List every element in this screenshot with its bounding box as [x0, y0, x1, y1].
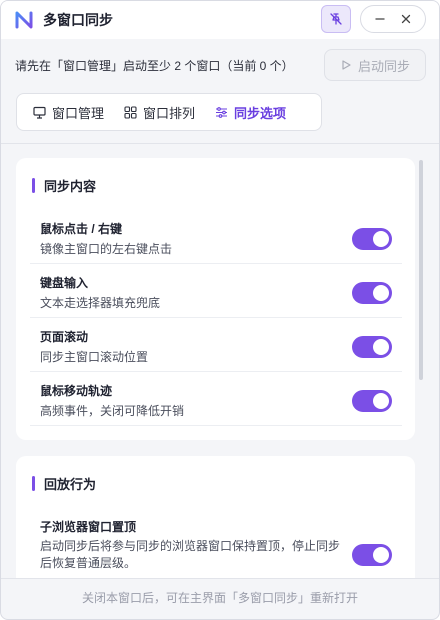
tab-window-arrangement[interactable]: 窗口排列: [114, 94, 205, 130]
topmost-toggle[interactable]: [352, 544, 392, 566]
tab-bar: 窗口管理 窗口排列 同步选项: [16, 93, 322, 131]
section-accent-bar: [32, 475, 35, 491]
footer-divider: [1, 578, 439, 579]
option-row-keyboard-input: 键盘输入 文本走选择器填充兜底: [30, 268, 402, 318]
option-title: 鼠标点击 / 右键: [40, 222, 123, 236]
option-desc: 高频事件，关闭可降低开销: [40, 404, 185, 418]
minimize-icon[interactable]: [369, 8, 391, 30]
mouse-move-toggle[interactable]: [352, 390, 392, 412]
option-title: 页面滚动: [40, 330, 89, 344]
option-desc: 镜像主窗口的左右键点击: [40, 242, 173, 256]
section-title-text: 回放行为: [44, 476, 97, 492]
start-sync-label: 启动同步: [357, 58, 410, 74]
title-bar: 多窗口同步: [1, 1, 439, 39]
toggle-knob: [373, 547, 389, 563]
section-title-text: 同步内容: [44, 178, 97, 194]
monitor-icon: [33, 106, 46, 119]
option-row-mouse-move: 鼠标移动轨迹 高频事件，关闭可降低开销: [30, 376, 402, 426]
window-controls: [360, 5, 426, 33]
scrollbar-thumb[interactable]: [419, 160, 423, 380]
section-card-sync-content: 同步内容 鼠标点击 / 右键 镜像主窗口的左右键点击 键盘输入 文本走选择器填充…: [16, 158, 415, 440]
tab-sync-options[interactable]: 同步选项: [205, 94, 296, 130]
keyboard-input-toggle[interactable]: [352, 282, 392, 304]
start-sync-button[interactable]: 启动同步: [324, 49, 426, 81]
app-title: 多窗口同步: [43, 12, 113, 28]
option-title: 子浏览器窗口置顶: [40, 520, 137, 534]
section-title: 回放行为: [32, 475, 97, 492]
option-desc: 文本走选择器填充兜底: [40, 296, 161, 310]
toggle-knob: [373, 393, 389, 409]
tab-label: 同步选项: [234, 105, 287, 121]
option-row-topmost: 子浏览器窗口置顶 启动同步后将参与同步的浏览器窗口保持置顶，停止同步后恢复普通层…: [30, 512, 402, 578]
sync-window: 多窗口同步 请先在「窗口管理」启动至少 2 个窗口（当前 0 个） 启动同步 窗…: [0, 0, 440, 620]
pin-off-icon: [329, 12, 343, 26]
toggle-knob: [373, 285, 389, 301]
close-icon[interactable]: [395, 8, 417, 30]
toggle-knob: [373, 231, 389, 247]
app-logo-icon: [13, 9, 35, 31]
pin-toggle-button[interactable]: [321, 5, 351, 33]
option-desc: 同步主窗口滚动位置: [40, 350, 149, 364]
tab-label: 窗口排列: [143, 105, 196, 121]
toggle-knob: [373, 339, 389, 355]
options-scroll-area[interactable]: 同步内容 鼠标点击 / 右键 镜像主窗口的左右键点击 键盘输入 文本走选择器填充…: [1, 144, 439, 578]
window-count-notice: 请先在「窗口管理」启动至少 2 个窗口（当前 0 个）: [15, 59, 294, 73]
grid-icon: [124, 105, 137, 119]
option-row-mouse-click: 鼠标点击 / 右键 镜像主窗口的左右键点击: [30, 214, 402, 264]
play-icon: [340, 59, 352, 71]
option-row-page-scroll: 页面滚动 同步主窗口滚动位置: [30, 322, 402, 372]
sliders-icon: [215, 106, 228, 119]
option-desc: 启动同步后将参与同步的浏览器窗口保持置顶，停止同步后恢复普通层级。: [40, 539, 341, 570]
mouse-click-toggle[interactable]: [352, 228, 392, 250]
option-title: 键盘输入: [40, 276, 89, 290]
section-card-playback: 回放行为 子浏览器窗口置顶 启动同步后将参与同步的浏览器窗口保持置顶，停止同步后…: [16, 456, 415, 578]
tab-label: 窗口管理: [52, 105, 105, 121]
tab-window-management[interactable]: 窗口管理: [23, 94, 114, 130]
section-title: 同步内容: [32, 177, 97, 194]
footer-hint: 关闭本窗口后，可在主界面「多窗口同步」重新打开: [81, 591, 358, 605]
section-accent-bar: [32, 177, 35, 193]
option-title: 鼠标移动轨迹: [40, 384, 113, 398]
page-scroll-toggle[interactable]: [352, 336, 392, 358]
